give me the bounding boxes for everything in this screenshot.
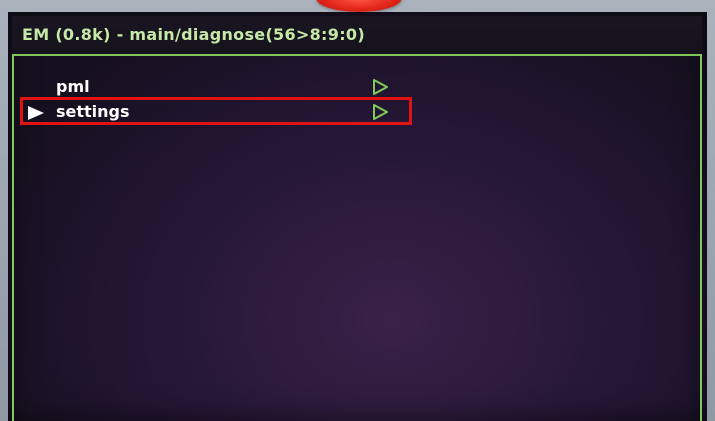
submenu-triangle-icon: [373, 79, 388, 95]
menu-item-label: pml: [56, 77, 90, 96]
screenshot-stage: EM (0.8k) - main/diagnose(56>8:9:0) pml …: [0, 0, 715, 421]
title-bar: EM (0.8k) - main/diagnose(56>8:9:0): [12, 16, 702, 56]
highlight-annotation-box: [20, 97, 412, 125]
page-title: EM (0.8k) - main/diagnose(56>8:9:0): [22, 25, 365, 44]
em-screen: EM (0.8k) - main/diagnose(56>8:9:0) pml …: [8, 12, 707, 421]
red-indicator-icon: [316, 0, 402, 12]
